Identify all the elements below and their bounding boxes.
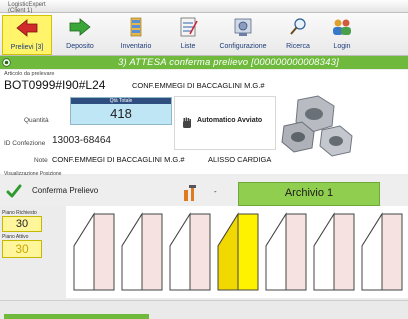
configuration-icon <box>234 18 252 36</box>
search-icon <box>290 18 306 35</box>
hand-stop-icon <box>183 117 191 128</box>
toolbar-inventario-label: Inventario <box>120 43 152 50</box>
shelf-diagram <box>73 212 403 291</box>
quantity-box: Qtà Totale 418 <box>70 97 172 125</box>
note-label: Note <box>34 157 48 164</box>
toolbar-prelievi-button[interactable]: Prelievi [3] <box>2 15 52 55</box>
quantity-header: Qtà Totale <box>71 98 171 104</box>
progress-bar <box>4 314 149 319</box>
automatic-status-label: Automatico Avviato <box>197 117 263 124</box>
checkmark-icon <box>6 184 22 198</box>
confirm-pick-button[interactable]: Conferma Prelievo <box>4 182 114 202</box>
shelf-bay <box>73 212 115 291</box>
toolbar-deposito-label: Deposito <box>66 43 94 50</box>
confirm-pick-label: Conferma Prelievo <box>32 186 99 195</box>
conf-label: ID Confezione <box>4 140 46 147</box>
shelf-bay <box>121 212 163 291</box>
arrow-right-green-icon <box>69 18 91 36</box>
tools-icon <box>184 185 196 201</box>
shelf-bay <box>169 212 211 291</box>
position-dash: - <box>214 187 217 196</box>
toolbar-liste-button[interactable]: Liste <box>166 15 210 53</box>
toolbar-login-label: Login <box>333 43 351 50</box>
toolbar-configurazione-label: Configurazione <box>219 43 267 50</box>
active-level-value: 30 <box>2 240 42 258</box>
conf-value: 13003-68464 <box>52 135 111 146</box>
status-banner: 3) ATTESA conferma prelievo [00000000000… <box>0 56 408 69</box>
toolbar-liste-label: Liste <box>180 43 196 50</box>
toolbar-prelievi-label: Prelievi [3] <box>10 44 44 51</box>
note-extra: ALISSO CARDIGA <box>208 155 272 164</box>
articolo-customer: CONF.EMMEGI DI BACCAGLINI M.G.# <box>132 81 265 90</box>
articolo-code: BOT0999#I90#L24 <box>4 78 106 92</box>
toolbar-login-button[interactable]: Login <box>322 15 362 53</box>
note-value: CONF.EMMEGI DI BACCAGLINI M.G.# <box>52 155 185 164</box>
requested-level-value: 30 <box>2 216 42 232</box>
archive-button[interactable]: Archivio 1 <box>238 182 380 206</box>
inventory-icon <box>130 17 142 37</box>
shelf-bay <box>265 212 307 291</box>
status-footer <box>0 300 408 319</box>
shelf-bay <box>361 212 403 291</box>
toolbar-ricerca-label: Ricerca <box>286 43 310 50</box>
quantity-value: 418 <box>110 106 132 121</box>
shelf-bay <box>313 212 355 291</box>
toolbar-inventario-button[interactable]: Inventario <box>110 15 162 53</box>
status-banner-text: 3) ATTESA conferma prelievo [00000000000… <box>118 57 339 68</box>
toolbar-configurazione-button[interactable]: Configurazione <box>212 15 274 53</box>
users-icon <box>333 19 351 35</box>
list-icon <box>180 17 198 37</box>
quantita-label: Quantità <box>24 117 49 124</box>
articolo-label: Articolo da prelevare <box>4 71 55 77</box>
toolbar-ricerca-button[interactable]: Ricerca <box>276 15 320 53</box>
status-indicator-icon <box>2 58 11 67</box>
toolbar-deposito-button[interactable]: Deposito <box>54 15 106 53</box>
arrow-left-red-icon <box>16 19 38 37</box>
automatic-status-button[interactable]: Automatico Avviato <box>174 96 276 150</box>
window-titlebar: LogisticExpert (Client 1) - ... <box>0 0 408 14</box>
shelf-bay-active <box>217 212 259 291</box>
main-toolbar: Prelievi [3] Deposito Inventario Liste C… <box>0 13 408 56</box>
archive-label: Archivio 1 <box>284 187 334 199</box>
nuts-bolts-image <box>281 95 353 157</box>
warehouse-view <box>66 206 408 298</box>
